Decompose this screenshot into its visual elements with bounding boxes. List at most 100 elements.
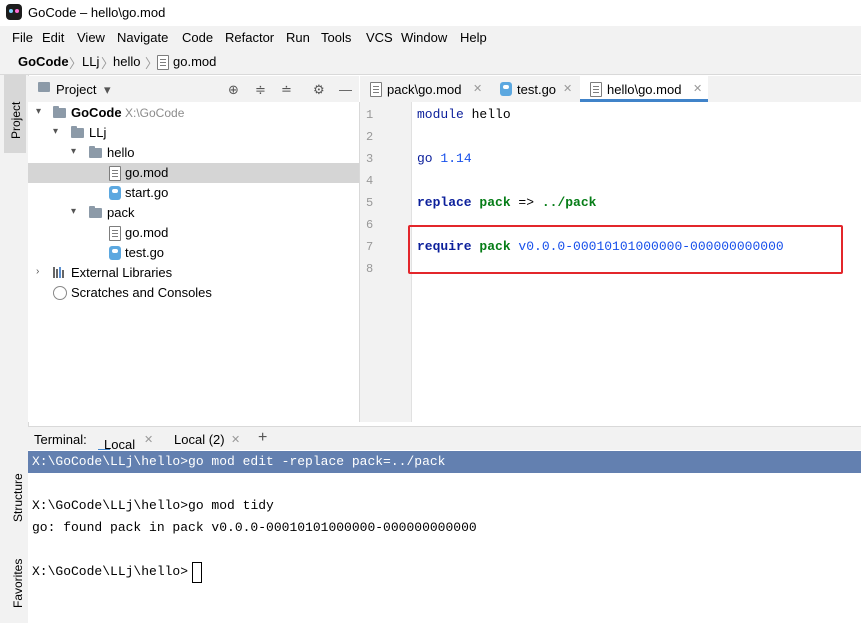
tree-item-label: start.go bbox=[125, 185, 169, 200]
tree-item-test-go[interactable]: test.go bbox=[28, 243, 359, 263]
breadcrumb-folder-llj[interactable]: LLj bbox=[82, 54, 99, 69]
tab-test-go[interactable]: test.go ✕ bbox=[490, 76, 578, 102]
close-icon[interactable]: ✕ bbox=[693, 82, 702, 95]
line-number: 5 bbox=[366, 196, 374, 210]
new-terminal-button[interactable]: + bbox=[258, 429, 267, 447]
menu-bar: File Edit View Navigate Code Refactor Ru… bbox=[0, 26, 861, 50]
mod-file-icon bbox=[157, 55, 169, 70]
line-number: 7 bbox=[366, 240, 374, 254]
breadcrumb-project[interactable]: GoCode bbox=[18, 54, 69, 69]
code-line-5: replace pack => ../pack bbox=[417, 195, 597, 210]
project-panel-header: Project ▾ ⊕ ≑ ≐ ⚙ — bbox=[28, 76, 359, 102]
menu-window[interactable]: Window bbox=[401, 30, 447, 45]
tree-item-pack[interactable]: ▾ pack bbox=[28, 203, 359, 223]
tab-pack-go-mod[interactable]: pack\go.mod ✕ bbox=[360, 76, 488, 102]
scratches-icon bbox=[53, 286, 67, 300]
editor-tabs: pack\go.mod ✕ test.go ✕ hello\go.mod ✕ bbox=[360, 76, 861, 103]
tree-item-pack-go-mod[interactable]: go.mod bbox=[28, 223, 359, 243]
menu-run[interactable]: Run bbox=[286, 30, 310, 45]
menu-help[interactable]: Help bbox=[460, 30, 487, 45]
line-number: 8 bbox=[366, 262, 374, 276]
line-number: 1 bbox=[366, 108, 374, 122]
breadcrumb: GoCode 〉 LLj 〉 hello 〉 go.mod bbox=[0, 50, 861, 75]
tree-item-hello-go-mod[interactable]: go.mod bbox=[28, 163, 359, 183]
menu-navigate[interactable]: Navigate bbox=[117, 30, 168, 45]
go-file-icon bbox=[109, 246, 121, 260]
tree-item-llj[interactable]: ▾ LLj bbox=[28, 123, 359, 143]
close-icon[interactable]: ✕ bbox=[563, 82, 572, 95]
collapse-all-icon[interactable]: ≐ bbox=[281, 82, 292, 98]
tree-item-label: pack bbox=[107, 205, 135, 220]
tree-item-label: Scratches and Consoles bbox=[71, 285, 212, 300]
tree-item-label: External Libraries bbox=[71, 265, 173, 280]
library-icon bbox=[53, 267, 66, 278]
menu-tools[interactable]: Tools bbox=[321, 30, 351, 45]
menu-edit[interactable]: Edit bbox=[42, 30, 64, 45]
tree-item-hello[interactable]: ▾ hello bbox=[28, 143, 359, 163]
mod-file-icon bbox=[590, 82, 602, 97]
chevron-down-icon[interactable]: ▾ bbox=[53, 126, 58, 137]
close-icon[interactable]: ✕ bbox=[144, 433, 153, 446]
tree-item-label: go.mod bbox=[125, 225, 169, 240]
chevron-right-icon[interactable]: › bbox=[36, 266, 39, 277]
breadcrumb-folder-hello[interactable]: hello bbox=[113, 54, 140, 69]
tree-item-path: X:\GoCode bbox=[125, 106, 185, 120]
tree-item-external-libraries[interactable]: › External Libraries bbox=[28, 263, 359, 283]
project-tree: ▾ GoCode X:\GoCode ▾ LLj ▾ hello go.mod … bbox=[28, 102, 360, 422]
tree-item-gocode[interactable]: ▾ GoCode X:\GoCode bbox=[28, 103, 359, 123]
mod-file-icon bbox=[370, 82, 382, 97]
chevron-down-icon[interactable]: ▾ bbox=[71, 206, 76, 217]
terminal-cursor bbox=[192, 562, 202, 583]
mod-file-icon bbox=[109, 226, 121, 241]
terminal-line-1: X:\GoCode\LLj\hello>go mod edit -replace… bbox=[32, 454, 446, 469]
terminal-tab-bar: Terminal: Local ✕ Local (2) ✕ + bbox=[28, 426, 861, 452]
close-icon[interactable]: ✕ bbox=[473, 82, 482, 95]
tab-label: pack\go.mod bbox=[387, 82, 462, 97]
chevron-down-icon[interactable]: ▾ bbox=[36, 106, 41, 117]
breadcrumb-separator-icon: 〉 bbox=[69, 56, 83, 71]
breadcrumb-file[interactable]: go.mod bbox=[173, 54, 216, 69]
menu-refactor[interactable]: Refactor bbox=[225, 30, 274, 45]
terminal-line-2: X:\GoCode\LLj\hello>go mod tidy bbox=[32, 498, 274, 513]
chevron-down-icon[interactable]: ▾ bbox=[104, 82, 111, 98]
tool-tab-favorites[interactable]: Favorites bbox=[11, 559, 25, 608]
expand-all-icon[interactable]: ≑ bbox=[255, 82, 266, 98]
code-line-3: go 1.14 bbox=[417, 151, 472, 166]
tree-item-start-go[interactable]: start.go bbox=[28, 183, 359, 203]
terminal-label: Terminal: bbox=[34, 432, 87, 447]
line-number-gutter: 1 2 3 4 5 6 7 8 bbox=[360, 102, 412, 422]
menu-file[interactable]: File bbox=[12, 30, 33, 45]
project-view-icon bbox=[38, 82, 50, 92]
menu-vcs[interactable]: VCS bbox=[366, 30, 393, 45]
close-icon[interactable]: ✕ bbox=[231, 433, 240, 446]
tool-tab-project[interactable]: Project bbox=[4, 75, 26, 153]
gear-icon[interactable]: ⚙ bbox=[313, 82, 325, 98]
mod-file-icon bbox=[109, 166, 121, 181]
line-number: 6 bbox=[366, 218, 374, 232]
tree-item-label: GoCode bbox=[71, 105, 122, 120]
tree-item-scratches[interactable]: Scratches and Consoles bbox=[28, 283, 359, 303]
tab-hello-go-mod[interactable]: hello\go.mod ✕ bbox=[580, 76, 708, 102]
terminal-line-3: go: found pack in pack v0.0.0-0001010100… bbox=[32, 520, 477, 535]
goland-logo-icon bbox=[6, 4, 22, 20]
title-bar: GoCode – hello\go.mod bbox=[0, 0, 861, 26]
folder-icon bbox=[53, 106, 66, 118]
folder-icon bbox=[89, 206, 102, 218]
folder-icon bbox=[89, 146, 102, 158]
terminal-output[interactable] bbox=[28, 450, 861, 623]
chevron-down-icon[interactable]: ▾ bbox=[71, 146, 76, 157]
highlight-box-require bbox=[408, 225, 843, 274]
tab-label: test.go bbox=[517, 82, 557, 97]
tab-terminal-local[interactable]: Local bbox=[98, 430, 135, 452]
menu-view[interactable]: View bbox=[77, 30, 105, 45]
tree-item-label: go.mod bbox=[125, 165, 169, 180]
menu-code[interactable]: Code bbox=[182, 30, 213, 45]
line-number: 3 bbox=[366, 152, 374, 166]
tab-terminal-local-2[interactable]: Local (2) bbox=[174, 432, 225, 447]
locate-file-icon[interactable]: ⊕ bbox=[228, 82, 239, 98]
hide-panel-icon[interactable]: — bbox=[339, 82, 352, 97]
line-number: 2 bbox=[366, 130, 374, 144]
tool-tab-structure[interactable]: Structure bbox=[11, 473, 25, 522]
project-view-selector[interactable]: Project bbox=[56, 82, 96, 97]
tab-label: hello\go.mod bbox=[607, 82, 682, 97]
